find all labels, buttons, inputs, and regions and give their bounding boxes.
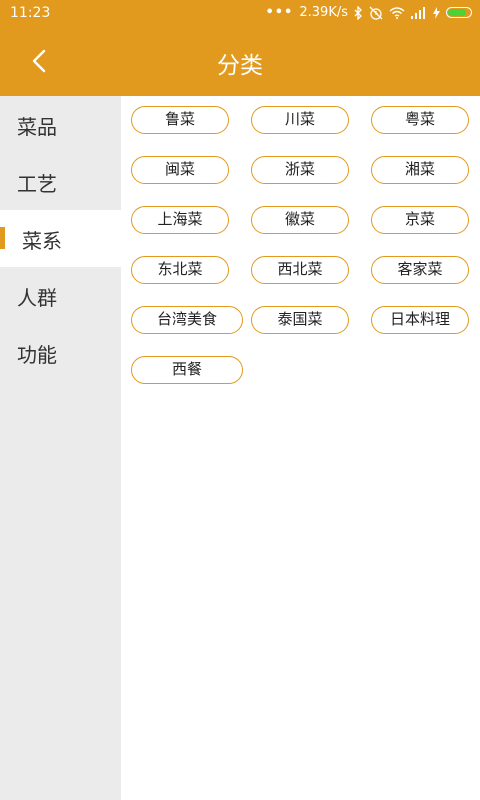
sidebar-item-label: 功能: [17, 343, 57, 367]
sidebar-item-function[interactable]: 功能: [0, 324, 121, 381]
selected-indicator: [0, 227, 5, 249]
app-header: 11:23 ••• 2.39K/s 分类: [0, 0, 480, 96]
charging-icon: [433, 6, 440, 19]
tag-button[interactable]: 徽菜: [251, 206, 349, 234]
tag-button[interactable]: 川菜: [251, 106, 349, 134]
sidebar-item-dishes[interactable]: 菜品: [0, 96, 121, 153]
tag-button[interactable]: 东北菜: [131, 256, 229, 284]
more-dots-icon: •••: [265, 5, 294, 20]
tag-button[interactable]: 泰国菜: [251, 306, 349, 334]
status-bar: 11:23 ••• 2.39K/s: [0, 0, 480, 26]
sidebar-item-people[interactable]: 人群: [0, 267, 121, 324]
tag-button[interactable]: 京菜: [371, 206, 469, 234]
sidebar-item-label: 工艺: [17, 172, 57, 196]
sidebar-item-label: 菜系: [22, 229, 62, 253]
tag-panel: 鲁菜 川菜 粤菜 闽菜 浙菜 湘菜 上海菜 徽菜 京菜 东北菜 西北菜 客家菜 …: [121, 96, 480, 800]
page-title: 分类: [217, 53, 263, 79]
tag-button[interactable]: 西餐: [131, 356, 243, 384]
battery-icon: [446, 7, 472, 18]
tag-button[interactable]: 上海菜: [131, 206, 229, 234]
nav-bar: 分类: [0, 26, 480, 96]
battery-level: [448, 9, 466, 16]
tag-button[interactable]: 湘菜: [371, 156, 469, 184]
tag-button[interactable]: 闽菜: [131, 156, 229, 184]
status-time: 11:23: [10, 5, 51, 21]
tag-button[interactable]: 日本料理: [371, 306, 469, 334]
signal-icon: [411, 6, 425, 19]
tag-button[interactable]: 浙菜: [251, 156, 349, 184]
wifi-icon: [389, 6, 405, 19]
status-icons: ••• 2.39K/s: [265, 5, 472, 20]
tag-button[interactable]: 台湾美食: [131, 306, 243, 334]
bluetooth-icon: [354, 5, 362, 20]
sidebar-item-label: 人群: [17, 286, 57, 310]
tag-button[interactable]: 粤菜: [371, 106, 469, 134]
sidebar-item-label: 菜品: [17, 115, 57, 139]
category-sidebar: 菜品 工艺 菜系 人群 功能: [0, 96, 121, 800]
alarm-icon: [369, 6, 383, 20]
tag-button[interactable]: 鲁菜: [131, 106, 229, 134]
sidebar-item-cuisine[interactable]: 菜系: [0, 210, 121, 267]
sidebar-item-technique[interactable]: 工艺: [0, 153, 121, 210]
tag-button[interactable]: 西北菜: [251, 256, 349, 284]
network-speed: 2.39K/s: [299, 5, 348, 20]
tag-button[interactable]: 客家菜: [371, 256, 469, 284]
